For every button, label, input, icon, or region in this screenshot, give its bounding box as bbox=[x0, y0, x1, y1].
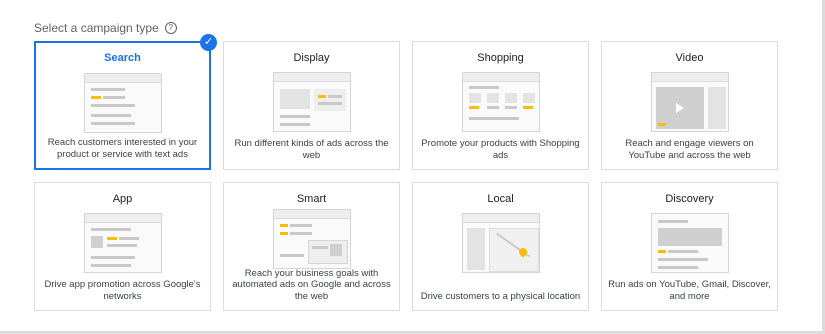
card-description: Reach and engage viewers on YouTube and … bbox=[625, 138, 754, 161]
card-discovery[interactable]: Discovery Run ads on YouTube, Gmail, Dis… bbox=[601, 182, 778, 311]
card-title: App bbox=[112, 193, 133, 205]
card-app[interactable]: App Drive app promotion across Google's … bbox=[34, 182, 211, 311]
card-description: Reach your business goals with automated… bbox=[232, 267, 391, 302]
card-description: Reach customers interested in your produ… bbox=[47, 137, 198, 160]
checkmark-icon: ✓ bbox=[200, 34, 217, 51]
display-illustration-icon bbox=[272, 72, 351, 132]
help-icon[interactable]: ? bbox=[164, 22, 177, 34]
card-display[interactable]: Display Run different kinds of ads acros… bbox=[223, 41, 400, 170]
campaign-type-grid: ✓ Search Reach customers interested in y… bbox=[34, 34, 778, 311]
card-local[interactable]: Local Drive customers to a physical loca… bbox=[412, 182, 589, 311]
app-illustration-icon bbox=[83, 213, 162, 273]
card-search[interactable]: ✓ Search Reach customers interested in y… bbox=[34, 34, 217, 170]
card-title: Video bbox=[675, 52, 704, 64]
card-title: Shopping bbox=[477, 52, 524, 64]
shopping-illustration-icon bbox=[461, 72, 540, 132]
discovery-illustration-icon bbox=[650, 213, 729, 273]
card-smart[interactable]: Smart Reach your business goals with aut… bbox=[223, 182, 400, 311]
card-title: Local bbox=[487, 193, 514, 205]
card-title: Display bbox=[293, 52, 330, 64]
card-shopping[interactable]: Shopping Promote your products with Shop… bbox=[412, 41, 589, 170]
video-illustration-icon bbox=[650, 72, 729, 132]
card-title: Discovery bbox=[665, 193, 714, 205]
card-description: Run different kinds of ads across the we… bbox=[234, 138, 389, 161]
campaign-type-heading: Select a campaign type ? bbox=[34, 21, 177, 35]
card-description: Run ads on YouTube, Gmail, Discover, and… bbox=[608, 279, 771, 302]
card-description: Promote your products with Shopping ads bbox=[421, 138, 580, 161]
card-description: Drive app promotion across Google's netw… bbox=[44, 279, 201, 302]
card-title: Smart bbox=[296, 193, 327, 205]
search-illustration-icon bbox=[83, 73, 162, 133]
smart-illustration-icon bbox=[272, 209, 351, 269]
local-illustration-icon bbox=[461, 213, 540, 273]
heading-label: Select a campaign type bbox=[34, 21, 159, 35]
card-description: Drive customers to a physical location bbox=[420, 290, 581, 302]
card-video[interactable]: Video Reach and engage viewers on YouTub… bbox=[601, 41, 778, 170]
card-title: Search bbox=[104, 52, 141, 64]
